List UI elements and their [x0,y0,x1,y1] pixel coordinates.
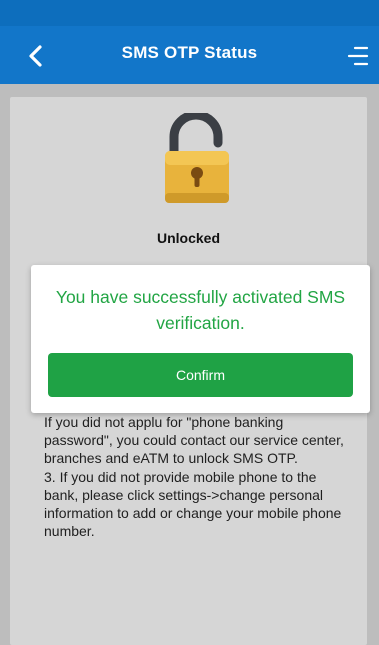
dialog-message: You have successfully activated SMS veri… [55,287,346,333]
info-paragraph: If you did not applu for "phone banking … [44,414,344,467]
lock-status-label: Unlocked [156,230,220,246]
menu-lines-icon [347,46,369,66]
unlocked-padlock-icon [165,113,229,203]
status-bar [0,0,379,26]
success-dialog: You have successfully activated SMS veri… [31,265,370,413]
info-text: If you did not applu for "phone banking … [44,413,354,540]
page-title: SMS OTP Status [121,43,258,62]
menu-button[interactable] [341,40,373,72]
app-header: SMS OTP Status [0,26,379,84]
confirm-button[interactable]: Confirm [48,353,353,397]
info-paragraph: 3. If you did not provide mobile phone t… [44,468,342,540]
